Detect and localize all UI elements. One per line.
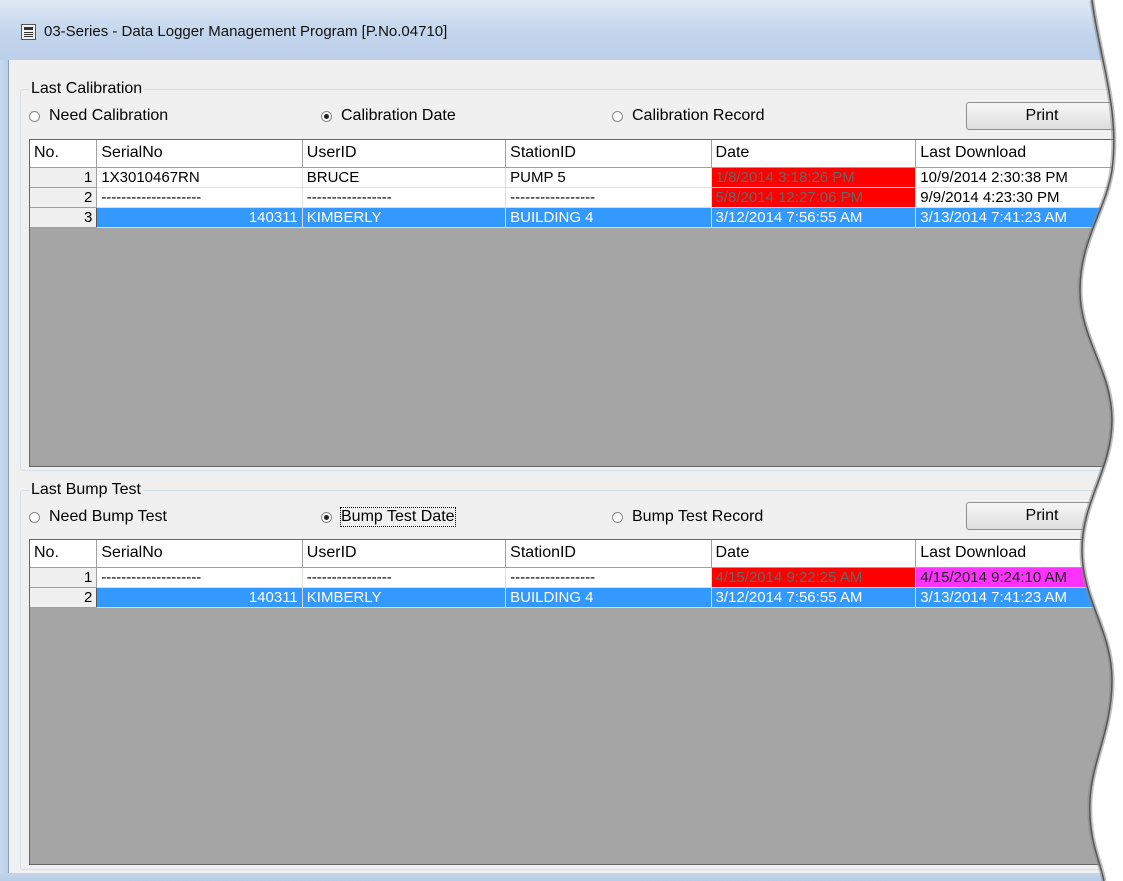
application-window: 03-Series - Data Logger Management Progr…: [0, 0, 1123, 881]
torn-edge-overlay: [1077, 0, 1123, 881]
